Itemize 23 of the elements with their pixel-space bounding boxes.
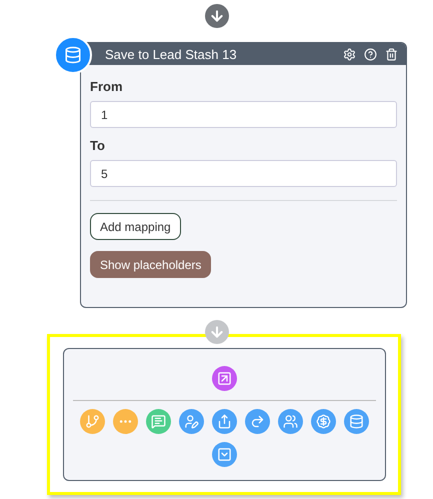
link-action-icon[interactable] <box>212 366 236 391</box>
add-mapping-button[interactable]: Add mapping <box>90 213 181 240</box>
more-icon[interactable] <box>112 409 138 434</box>
users-icon[interactable] <box>278 409 302 434</box>
trash-icon[interactable] <box>385 48 398 60</box>
dollar-icon[interactable] <box>310 409 336 434</box>
branch-icon[interactable] <box>80 409 104 434</box>
arrow-down-icon <box>204 320 228 344</box>
chevron-down-icon[interactable] <box>212 442 236 467</box>
user-edit-icon[interactable] <box>178 409 204 434</box>
input-field[interactable]: 5 <box>90 160 397 187</box>
message-icon[interactable] <box>146 409 170 434</box>
input-field[interactable]: 1 <box>90 101 397 128</box>
show-placeholders-button[interactable]: Show placeholders <box>90 251 212 278</box>
help-icon[interactable] <box>364 48 377 60</box>
field-label: To <box>90 138 106 153</box>
settings-icon[interactable] <box>343 48 356 60</box>
forward-icon[interactable] <box>244 409 270 434</box>
field-label: From <box>90 79 124 94</box>
database-icon[interactable] <box>344 409 368 434</box>
card-title: Save to Lead Stash 13 <box>105 46 238 62</box>
arrow-down-icon <box>204 4 228 28</box>
share-icon[interactable] <box>212 409 236 434</box>
